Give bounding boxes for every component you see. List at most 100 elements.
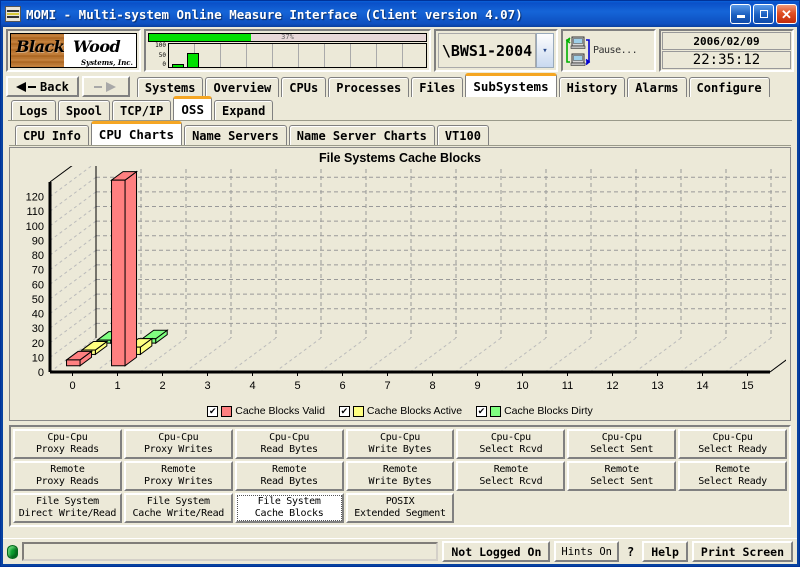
metric-button-line1: Remote (715, 464, 750, 475)
metric-button-proxy-writes[interactable]: Remote Proxy Writes (123, 461, 233, 491)
chart-legend: ✔ Cache Blocks Valid ✔ Cache Blocks Active ✔… (10, 404, 790, 420)
status-message-field (22, 542, 439, 561)
metric-button-cache-write-read[interactable]: File System Cache Write/Read (123, 493, 233, 523)
chart-panel: File Systems Cache Blocks 0 10 20 30 40 50 60 7… (9, 147, 791, 421)
system-selector[interactable]: \BWS1-2004 ▾ (434, 29, 558, 72)
x-tick-label: 15 (741, 380, 753, 392)
print-screen-button[interactable]: Print Screen (691, 541, 793, 562)
back-button[interactable]: Back (6, 76, 79, 97)
metric-button-line2: Read Bytes (260, 444, 319, 455)
osstab-name-server-charts[interactable]: Name Server Charts (288, 125, 435, 145)
metric-button-line1: Remote (382, 464, 418, 475)
osstab-cpu-charts[interactable]: CPU Charts (90, 121, 183, 145)
metric-button-line2: Read Bytes (260, 476, 319, 487)
subtab-expand[interactable]: Expand (213, 100, 274, 120)
tab-configure[interactable]: Configure (688, 77, 770, 97)
tab-processes[interactable]: Processes (328, 77, 410, 97)
metric-button-select-sent[interactable]: Remote Select Sent (567, 461, 677, 491)
x-tick-label: 13 (651, 380, 663, 392)
metric-button-line2: Select Rcvd (479, 444, 543, 455)
osstab-name-servers[interactable]: Name Servers (184, 125, 287, 145)
metric-button-write-bytes[interactable]: Cpu-Cpu Write Bytes (345, 429, 455, 459)
osstab-cpu-info[interactable]: CPU Info (15, 125, 89, 145)
subtab-logs[interactable]: Logs (11, 100, 56, 120)
metric-button-line2: Proxy Reads (35, 444, 99, 455)
tab-files[interactable]: Files (411, 77, 464, 97)
metric-button-line2: Cache Write/Read (132, 508, 225, 519)
metric-button-direct-write-read[interactable]: File System Direct Write/Read (13, 493, 122, 523)
metric-button-select-rcvd[interactable]: Cpu-Cpu Select Rcvd (456, 429, 566, 459)
metric-button-select-rcvd[interactable]: Remote Select Rcvd (456, 461, 566, 491)
metric-button-line2: Select Sent (590, 444, 654, 455)
tab-label: Alarms (635, 80, 679, 95)
cpu-mini-chart[interactable]: 100 50 0 (148, 43, 427, 68)
y-tick-label: 110 (26, 206, 44, 218)
tab-subsystems[interactable]: SubSystems (465, 73, 557, 97)
cpu-mini-bar (172, 64, 184, 67)
metric-button-write-bytes[interactable]: Remote Write Bytes (345, 461, 455, 491)
metric-button-extended-segment[interactable]: POSIX Extended Segment (345, 493, 455, 523)
cpu-scale-50: 50 (158, 51, 166, 59)
tab-alarms[interactable]: Alarms (627, 77, 687, 97)
back-button-label: Back (40, 79, 69, 94)
tab-label: Spool (65, 103, 103, 118)
cpu-mini-chart-plot (168, 43, 427, 68)
login-status-button[interactable]: Not Logged On (442, 541, 551, 562)
maximize-button[interactable] (753, 4, 774, 24)
metric-button-line2: Select Ready (698, 476, 767, 487)
osstab-vt100[interactable]: VT100 (436, 125, 489, 145)
tab-cpus[interactable]: CPUs (281, 77, 327, 97)
tab-label: CPU Charts (98, 127, 175, 142)
metric-button-line2: Proxy Writes (143, 444, 213, 455)
metric-button-empty (456, 493, 565, 523)
metric-button-line1: Remote (271, 464, 307, 475)
x-tick-label: 6 (339, 380, 345, 392)
metric-button-line2: Extended Segment (354, 508, 446, 519)
cpu-scale-100: 100 (155, 42, 166, 49)
legend-checkbox[interactable]: ✔ (476, 405, 488, 417)
legend-checkbox[interactable]: ✔ (338, 405, 350, 417)
close-button[interactable]: ✕ (776, 4, 797, 24)
legend-label: Cache Blocks Valid (235, 405, 325, 417)
file-systems-cache-blocks-chart[interactable]: 01020304050607080901001101200 1 2 3 4 5 6 7 8 9 10… (10, 166, 786, 404)
metric-button-grid: Cpu-Cpu Proxy Reads Cpu-Cpu Proxy Writes Cpu… (13, 429, 787, 523)
metric-button-select-ready[interactable]: Cpu-Cpu Select Ready (678, 429, 787, 459)
tab-label: CPU Info (23, 128, 81, 143)
chevron-down-icon[interactable]: ▾ (536, 33, 554, 68)
y-tick-label: 30 (32, 323, 44, 335)
legend-checkbox[interactable]: ✔ (207, 405, 219, 417)
tab-systems[interactable]: Systems (136, 77, 204, 97)
metric-button-cache-blocks[interactable]: File System Cache Blocks (234, 493, 344, 523)
pause-button[interactable]: Pause... (561, 29, 656, 72)
y-tick-label: 0 (38, 367, 44, 379)
metric-button-read-bytes[interactable]: Remote Read Bytes (234, 461, 344, 491)
tab-overview[interactable]: Overview (205, 77, 280, 97)
metric-button-select-ready[interactable]: Remote Select Ready (678, 461, 787, 491)
y-tick-label: 50 (32, 294, 44, 306)
metric-button-proxy-reads[interactable]: Remote Proxy Reads (13, 461, 122, 491)
metric-button-proxy-writes[interactable]: Cpu-Cpu Proxy Writes (123, 429, 233, 459)
cpu-progress-bar: 37% (148, 33, 427, 42)
help-question-icon[interactable]: ? (623, 545, 638, 559)
forward-button[interactable] (81, 76, 130, 97)
tab-label: Name Servers (192, 128, 279, 143)
subtab-tcp-ip[interactable]: TCP/IP (112, 100, 172, 120)
hints-toggle-button[interactable]: Hints On (554, 541, 619, 562)
metric-button-proxy-reads[interactable]: Cpu-Cpu Proxy Reads (13, 429, 122, 459)
help-button[interactable]: Help (642, 541, 688, 562)
metric-button-read-bytes[interactable]: Cpu-Cpu Read Bytes (234, 429, 344, 459)
subtab-spool[interactable]: Spool (57, 100, 111, 120)
arrow-left-icon (16, 81, 26, 92)
x-tick-label: 2 (159, 380, 165, 392)
metric-button-select-sent[interactable]: Cpu-Cpu Select Sent (567, 429, 677, 459)
minimize-button[interactable] (730, 4, 751, 24)
metric-button-line2: Write Bytes (368, 444, 432, 455)
metric-button-line1: Remote (604, 464, 640, 475)
logo-primary-text: Black (16, 37, 65, 56)
subtab-oss[interactable]: OSS (173, 96, 212, 120)
metric-button-line2: Direct Write/Read (18, 508, 117, 519)
x-tick-label: 3 (204, 380, 210, 392)
time-display: 22:35:12 (662, 51, 791, 69)
legend-label: Cache Blocks Dirty (504, 405, 593, 417)
tab-history[interactable]: History (558, 77, 626, 97)
